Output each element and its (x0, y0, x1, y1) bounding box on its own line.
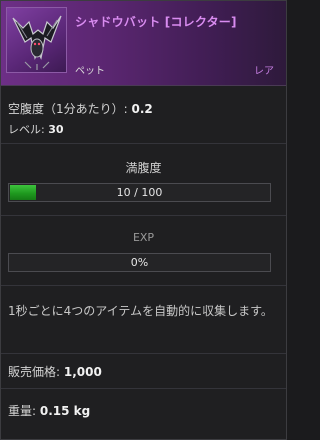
exp-bar: 0% (8, 253, 271, 272)
satiety-bar-text: 10 / 100 (116, 186, 163, 199)
level-value: 30 (48, 123, 64, 136)
weight-value: 0.15 kg (39, 404, 91, 418)
weight-label: 重量: (8, 404, 37, 418)
hunger-label: 空腹度（1分あたり）: (8, 102, 128, 116)
item-rarity: レア (254, 66, 274, 77)
level-stat: レベル: 30 (8, 121, 64, 137)
exp-label: EXP (132, 231, 155, 244)
price-label: 販売価格: (8, 365, 61, 379)
hunger-value: 0.2 (131, 102, 153, 116)
item-tooltip: シャドウバット [コレクター] ペット レア 空腹度（1分あたり）: 0.2 レ… (0, 0, 287, 440)
item-description: 1秒ごとに4つのアイテムを自動的に収集します。 (8, 304, 273, 318)
weight-stat: 重量: 0.15 kg (8, 402, 90, 419)
satiety-bar: 10 / 100 (8, 183, 271, 202)
divider (1, 285, 286, 286)
price-stat: 販売価格: 1,000 (8, 363, 102, 380)
exp-bar-text: 0% (130, 256, 149, 269)
tooltip-header: シャドウバット [コレクター] ペット レア (1, 1, 286, 86)
hunger-stat: 空腹度（1分あたり）: 0.2 (8, 100, 153, 117)
satiety-label: 満腹度 (125, 161, 162, 175)
divider (1, 353, 286, 354)
item-name: シャドウバット [コレクター] (75, 15, 237, 29)
level-label: レベル: (8, 123, 45, 136)
divider (1, 143, 286, 144)
divider (1, 215, 286, 216)
shadow-bat-icon (12, 15, 62, 70)
price-value: 1,000 (63, 365, 102, 379)
item-type: ペット (75, 66, 105, 77)
item-icon-slot (6, 7, 67, 73)
divider (1, 388, 286, 389)
